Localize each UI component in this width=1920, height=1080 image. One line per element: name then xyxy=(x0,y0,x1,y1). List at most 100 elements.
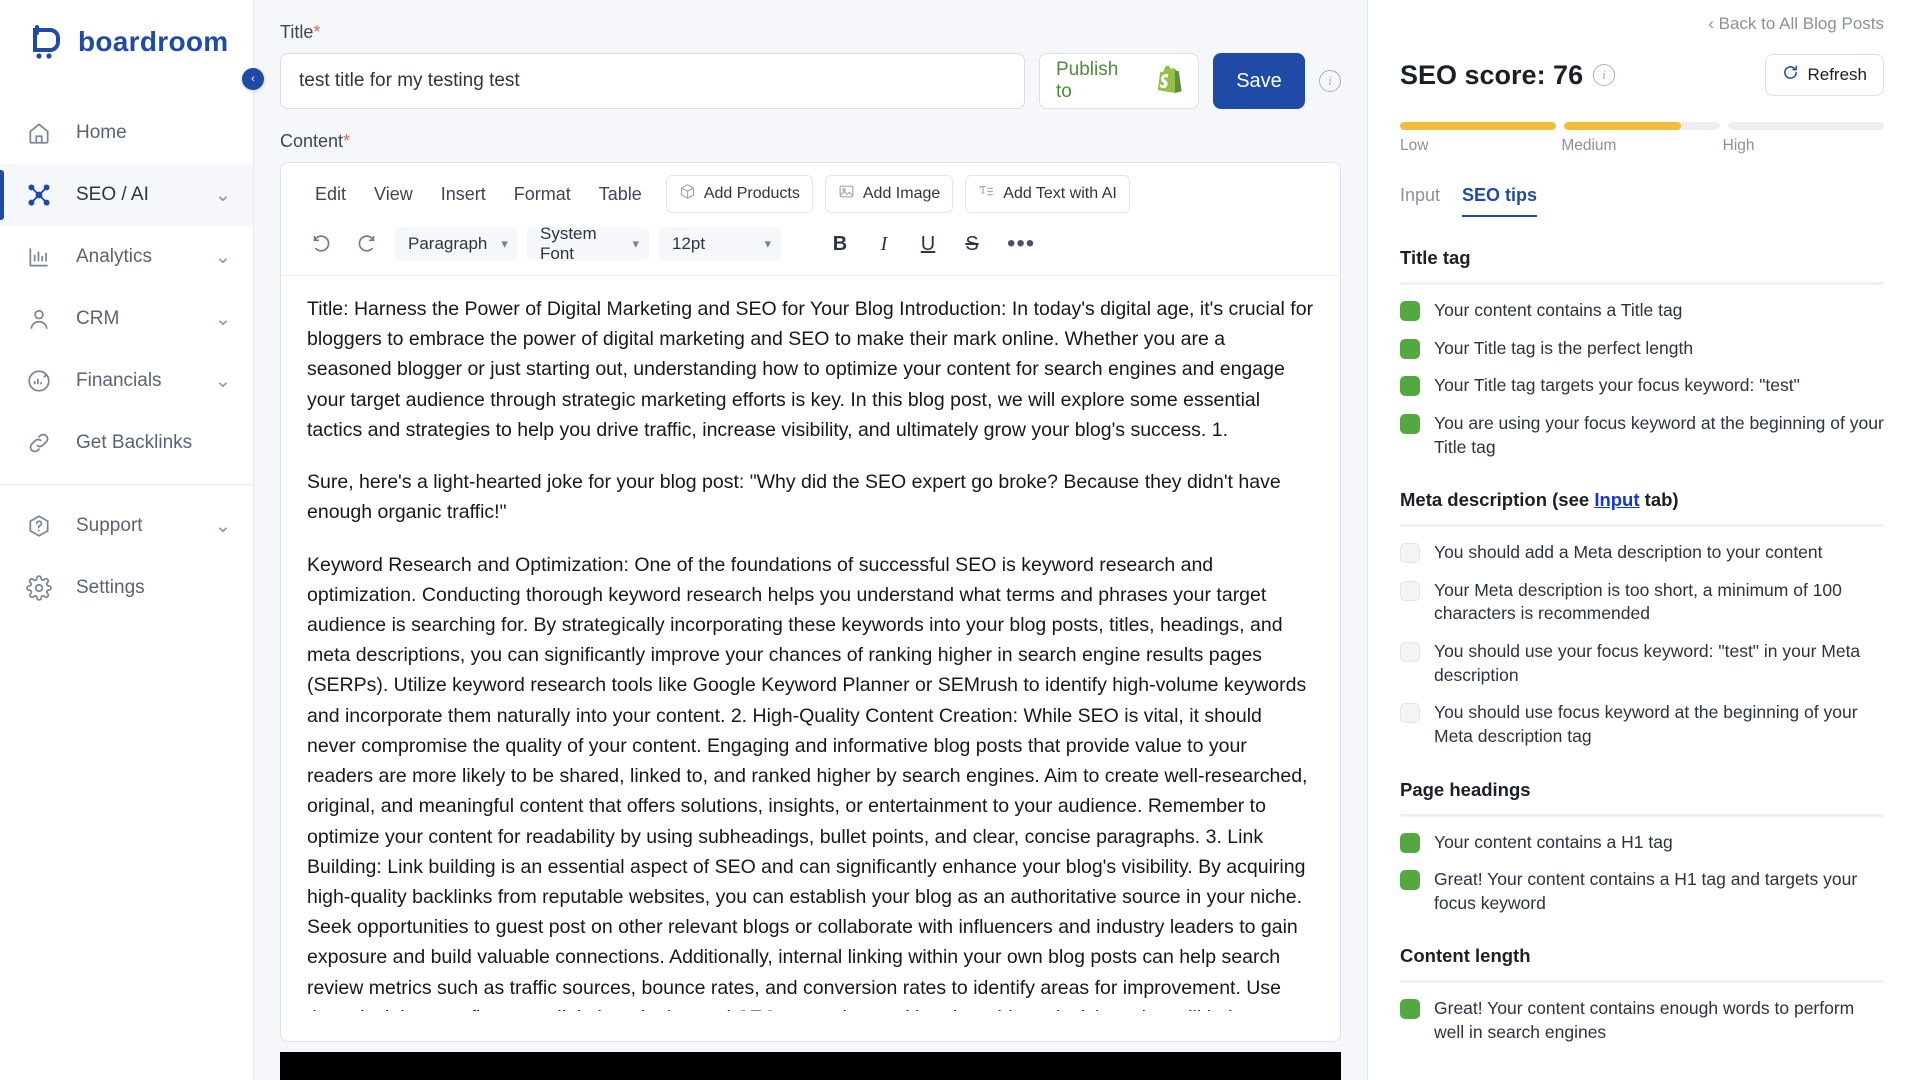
status-pass-icon xyxy=(1400,376,1420,397)
bottom-black-bar xyxy=(280,1052,1341,1080)
seo-score-title: SEO score: 76 xyxy=(1400,59,1584,90)
financial-gauge-icon xyxy=(26,368,62,394)
menu-insert[interactable]: Insert xyxy=(429,178,498,211)
undo-icon[interactable] xyxy=(303,227,339,261)
sidebar-item-seo-ai[interactable]: SEO / AI ⌄ xyxy=(0,164,253,226)
back-to-all-blog-posts-link[interactable]: ‹ Back to All Blog Posts xyxy=(1400,14,1884,34)
seo-section-title: Page headings xyxy=(1400,778,1531,800)
sidebar-item-crm[interactable]: CRM ⌄ xyxy=(0,288,253,350)
refresh-button[interactable]: Refresh xyxy=(1765,54,1884,96)
status-pass-icon xyxy=(1400,870,1420,891)
seo-tip-text: Your content contains a Title tag xyxy=(1434,300,1683,320)
status-empty-icon xyxy=(1400,543,1420,564)
seo-tip-text: Your Meta description is too short, a mi… xyxy=(1434,579,1842,624)
sidebar-item-label: Analytics xyxy=(76,246,153,267)
title-field-label: Title* xyxy=(280,22,1341,43)
info-icon[interactable]: i xyxy=(1593,64,1616,86)
sidebar-item-support[interactable]: Support ⌄ xyxy=(0,495,253,557)
status-empty-icon xyxy=(1400,642,1420,662)
input-tab-link[interactable]: Input xyxy=(1594,489,1639,510)
seo-tip-row: Your content contains a Title tag xyxy=(1400,299,1884,323)
add-products-label: Add Products xyxy=(703,185,800,202)
menu-table[interactable]: Table xyxy=(587,178,654,211)
shopify-icon xyxy=(1156,65,1182,98)
seo-tip-text: Great! Your content contains a H1 tag an… xyxy=(1434,869,1858,913)
editor-paragraph: Sure, here's a light-hearted joke for yo… xyxy=(307,471,1281,524)
block-format-select[interactable]: Paragraph ▾ xyxy=(395,227,517,261)
seo-section-divider xyxy=(1400,524,1884,528)
info-icon[interactable]: i xyxy=(1319,70,1341,92)
sidebar-item-label: Get Backlinks xyxy=(76,432,193,453)
seo-section-title: Content length xyxy=(1400,945,1531,967)
sidebar-item-get-backlinks[interactable]: Get Backlinks xyxy=(0,412,253,474)
status-empty-icon xyxy=(1400,703,1420,724)
user-icon xyxy=(26,306,62,332)
image-icon xyxy=(838,183,855,205)
editor-paragraph: Title: Harness the Power of Digital Mark… xyxy=(307,298,1314,441)
chevron-down-icon: ⌄ xyxy=(215,184,231,206)
sidebar-item-label: Financials xyxy=(76,370,162,391)
seo-tip-row: Your Meta description is too short, a mi… xyxy=(1400,579,1884,626)
bold-button[interactable]: B xyxy=(823,227,857,261)
sidebar: boardroom ‹ Home SEO / AI ⌄ Analytics ⌄ … xyxy=(0,0,264,1080)
bar-chart-icon xyxy=(26,244,62,270)
gauge-segment-high xyxy=(1728,122,1884,130)
question-hexagon-icon xyxy=(26,513,62,539)
status-pass-icon xyxy=(1400,301,1420,321)
status-pass-icon xyxy=(1400,413,1420,434)
editor-document-body[interactable]: Title: Harness the Power of Digital Mark… xyxy=(281,276,1340,1011)
sidebar-item-home[interactable]: Home xyxy=(0,102,253,164)
chevron-down-icon: ⌄ xyxy=(215,308,231,330)
refresh-label: Refresh xyxy=(1807,65,1867,84)
status-pass-icon xyxy=(1400,832,1420,853)
sidebar-collapse-button[interactable]: ‹ xyxy=(242,68,264,90)
sidebar-item-financials[interactable]: Financials ⌄ xyxy=(0,350,253,412)
sidebar-divider xyxy=(0,484,253,485)
seo-section-divider xyxy=(1400,980,1884,984)
add-image-button[interactable]: Add Image xyxy=(824,175,954,213)
underline-button[interactable]: U xyxy=(911,227,945,261)
save-button[interactable]: Save xyxy=(1213,53,1305,109)
status-pass-icon xyxy=(1400,338,1420,359)
sidebar-item-settings[interactable]: Settings xyxy=(0,557,253,619)
tab-seo-tips[interactable]: SEO tips xyxy=(1462,185,1538,217)
tab-input[interactable]: Input xyxy=(1400,185,1440,217)
strikethrough-button[interactable]: S xyxy=(955,227,989,261)
menu-view[interactable]: View xyxy=(362,178,425,211)
add-image-label: Add Image xyxy=(862,185,941,202)
link-chain-icon xyxy=(26,430,62,456)
font-size-select[interactable]: 12pt ▾ xyxy=(659,227,781,261)
app-root: boardroom ‹ Home SEO / AI ⌄ Analytics ⌄ … xyxy=(0,0,1920,1080)
title-row: Publish to Save i xyxy=(280,53,1341,109)
seo-tip-row: Great! Your content contains enough word… xyxy=(1400,997,1884,1044)
seo-tip-text: You should use your focus keyword: "test… xyxy=(1434,641,1861,685)
font-family-value: System Font xyxy=(540,224,597,263)
menu-format[interactable]: Format xyxy=(502,178,583,211)
seo-panel: ‹ Back to All Blog Posts SEO score: 76 i… xyxy=(1367,0,1920,1080)
seo-tip-row: Your Title tag is the perfect length xyxy=(1400,337,1884,361)
gauge-label-low: Low xyxy=(1400,137,1429,154)
chevron-down-icon: ▾ xyxy=(632,236,639,251)
rich-text-editor: Edit View Insert Format Table Add Produc… xyxy=(280,162,1341,1042)
publish-to-button[interactable]: Publish to xyxy=(1039,53,1199,109)
boardroom-logo-icon xyxy=(26,22,66,62)
title-input[interactable] xyxy=(280,53,1025,109)
content-field-label: Content* xyxy=(280,131,1341,152)
seo-tip-row: You should add a Meta description to you… xyxy=(1400,541,1884,565)
sidebar-item-analytics[interactable]: Analytics ⌄ xyxy=(0,226,253,288)
add-products-button[interactable]: Add Products xyxy=(665,175,813,213)
add-text-with-ai-button[interactable]: Add Text with AI xyxy=(965,175,1130,213)
italic-button[interactable]: I xyxy=(867,227,901,261)
required-mark: * xyxy=(343,131,351,151)
redo-icon[interactable] xyxy=(349,227,385,261)
sidebar-item-label: Home xyxy=(76,122,127,143)
seo-section-title: Title tag xyxy=(1400,247,1471,268)
refresh-icon xyxy=(1782,64,1799,86)
home-icon xyxy=(26,120,62,146)
more-options-button[interactable]: ••• xyxy=(999,230,1043,258)
font-family-select[interactable]: System Font ▾ xyxy=(527,224,649,263)
menu-edit[interactable]: Edit xyxy=(303,178,358,211)
status-pass-icon xyxy=(1400,999,1420,1020)
box-icon xyxy=(679,183,696,205)
chevron-down-icon: ⌄ xyxy=(215,370,231,392)
